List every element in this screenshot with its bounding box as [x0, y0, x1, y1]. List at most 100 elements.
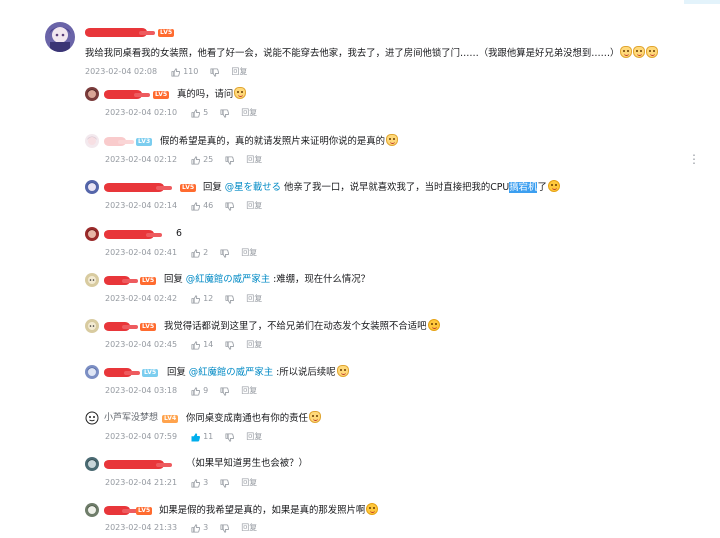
- dislike-button[interactable]: [220, 523, 230, 533]
- like-button[interactable]: 2: [191, 248, 208, 258]
- like-button[interactable]: 12: [191, 294, 213, 304]
- avatar[interactable]: [85, 411, 99, 425]
- dislike-button[interactable]: [220, 108, 230, 118]
- thumbs-up-icon: [191, 432, 201, 442]
- reply-meta: 2023-02-04 02:45 14 回复: [105, 340, 262, 350]
- dislike-button[interactable]: [220, 386, 230, 396]
- dislike-button[interactable]: [225, 201, 235, 211]
- reply-text-body: :所以说后续呢: [273, 367, 336, 378]
- mention-link[interactable]: @紅魔館の威严家主: [186, 274, 270, 285]
- reply-button[interactable]: 回复: [241, 248, 257, 258]
- reply-prefix: 回复: [167, 367, 189, 378]
- reply-button[interactable]: 回复: [241, 108, 257, 118]
- reply-text-tail: 了: [537, 182, 547, 193]
- reply-text: 回复 @紅魔館の威严家主 :难绷，现在什么情况？: [164, 273, 370, 287]
- redacted-username: [104, 460, 172, 469]
- reply-button[interactable]: 回复: [241, 386, 257, 396]
- avatar[interactable]: [85, 227, 99, 241]
- reply-button[interactable]: 回复: [246, 155, 262, 165]
- level-badge: LV3: [136, 138, 153, 146]
- redacted-username: [104, 183, 172, 192]
- reply-button[interactable]: 回复: [246, 294, 262, 304]
- dislike-button[interactable]: [225, 294, 235, 304]
- emoji-icon: [308, 411, 321, 423]
- thumbs-up-icon: [171, 67, 181, 77]
- mention-link[interactable]: @星を載せる: [225, 182, 281, 193]
- timestamp: 2023-02-04 02:12: [105, 155, 178, 164]
- reply-meta: 2023-02-04 03:18 9 回复: [105, 386, 257, 396]
- avatar[interactable]: [85, 87, 99, 101]
- avatar[interactable]: [45, 22, 75, 52]
- level-badge: LV4: [162, 415, 179, 423]
- dislike-button[interactable]: [210, 67, 220, 77]
- timestamp: 2023-02-04 02:45: [105, 340, 178, 349]
- redacted-username: [104, 276, 138, 285]
- dislike-button[interactable]: [220, 248, 230, 258]
- dislike-button[interactable]: [225, 432, 235, 442]
- like-button[interactable]: 46: [191, 201, 213, 211]
- avatar[interactable]: [85, 319, 99, 333]
- more-options-icon[interactable]: ⋮: [688, 152, 700, 166]
- thumbs-down-icon: [220, 108, 230, 118]
- reply-button[interactable]: 回复: [241, 523, 257, 533]
- reply-text-body: （如果早知道男生也会被？）: [186, 458, 308, 469]
- reply-text-body: 他亲了我一口，说早就喜欢我了，当时直接把我的CPU: [281, 182, 510, 193]
- reply-text: 回复 @星を載せる 他亲了我一口，说早就喜欢我了，当时直接把我的CPU搞宕机了: [203, 180, 560, 195]
- reply-button[interactable]: 回复: [246, 432, 262, 442]
- redacted-username: [104, 230, 162, 239]
- thumbs-down-icon: [225, 432, 235, 442]
- reply-text: 回复 @紅魔館の威严家主 :所以说后续呢: [167, 365, 349, 380]
- avatar[interactable]: [85, 134, 99, 148]
- like-button[interactable]: 5: [191, 108, 208, 118]
- like-button[interactable]: 9: [191, 386, 208, 396]
- like-button[interactable]: 25: [191, 155, 213, 165]
- like-count: 14: [203, 340, 214, 349]
- reply-text: 你同桌变成南通也有你的责任: [186, 411, 321, 426]
- reply-meta: 2023-02-04 02:14 46 回复: [105, 201, 262, 211]
- reply-meta: 2023-02-04 21:21 3 回复: [105, 478, 257, 488]
- like-button[interactable]: 3: [191, 478, 208, 488]
- like-count: 46: [203, 201, 214, 210]
- like-count: 3: [203, 478, 209, 487]
- avatar[interactable]: [85, 503, 99, 517]
- reply-text-body: 假的希望是真的，真的就请发照片来证明你说的是真的: [160, 136, 386, 147]
- reply-button[interactable]: 回复: [231, 67, 247, 77]
- emoji-icon: [547, 180, 560, 192]
- dislike-button[interactable]: [225, 155, 235, 165]
- reply-text: （如果早知道男生也会被？）: [186, 457, 308, 471]
- username[interactable]: 小芦军没梦想: [104, 412, 158, 424]
- timestamp: 2023-02-04 21:33: [105, 523, 178, 532]
- reply-button[interactable]: 回复: [241, 478, 257, 488]
- like-count: 2: [203, 248, 209, 257]
- dislike-button[interactable]: [225, 340, 235, 350]
- timestamp: 2023-02-04 02:10: [105, 108, 178, 117]
- like-button[interactable]: 11: [191, 432, 213, 442]
- thumbs-down-icon: [225, 294, 235, 304]
- thumbs-down-icon: [210, 67, 220, 77]
- avatar[interactable]: [85, 180, 99, 194]
- like-button[interactable]: 14: [191, 340, 213, 350]
- timestamp: 2023-02-04 02:08: [85, 67, 158, 76]
- like-button[interactable]: 3: [191, 523, 208, 533]
- reply-meta: 2023-02-04 02:10 5 回复: [105, 108, 257, 118]
- thumbs-up-icon: [191, 523, 201, 533]
- avatar[interactable]: [85, 273, 99, 287]
- reply-text-body: :难绷，现在什么情况？: [270, 274, 371, 285]
- timestamp: 2023-02-04 03:18: [105, 386, 178, 395]
- mention-link[interactable]: @紅魔館の威严家主: [189, 367, 273, 378]
- like-count: 25: [203, 155, 214, 164]
- reply-button[interactable]: 回复: [246, 201, 262, 211]
- selected-text: 搞宕机: [509, 182, 538, 193]
- level-badge: LV5: [140, 277, 157, 285]
- avatar[interactable]: [85, 457, 99, 471]
- emoji-icon: [620, 46, 633, 58]
- reply-button[interactable]: 回复: [246, 340, 262, 350]
- redacted-username: [85, 28, 155, 37]
- dislike-button[interactable]: [220, 478, 230, 488]
- avatar[interactable]: [85, 365, 99, 379]
- like-count: 11: [203, 432, 214, 441]
- thumbs-up-icon: [191, 108, 201, 118]
- like-button[interactable]: 110: [171, 67, 198, 77]
- reply-meta: 2023-02-04 02:42 12 回复: [105, 294, 262, 304]
- level-badge: LV5: [180, 184, 197, 192]
